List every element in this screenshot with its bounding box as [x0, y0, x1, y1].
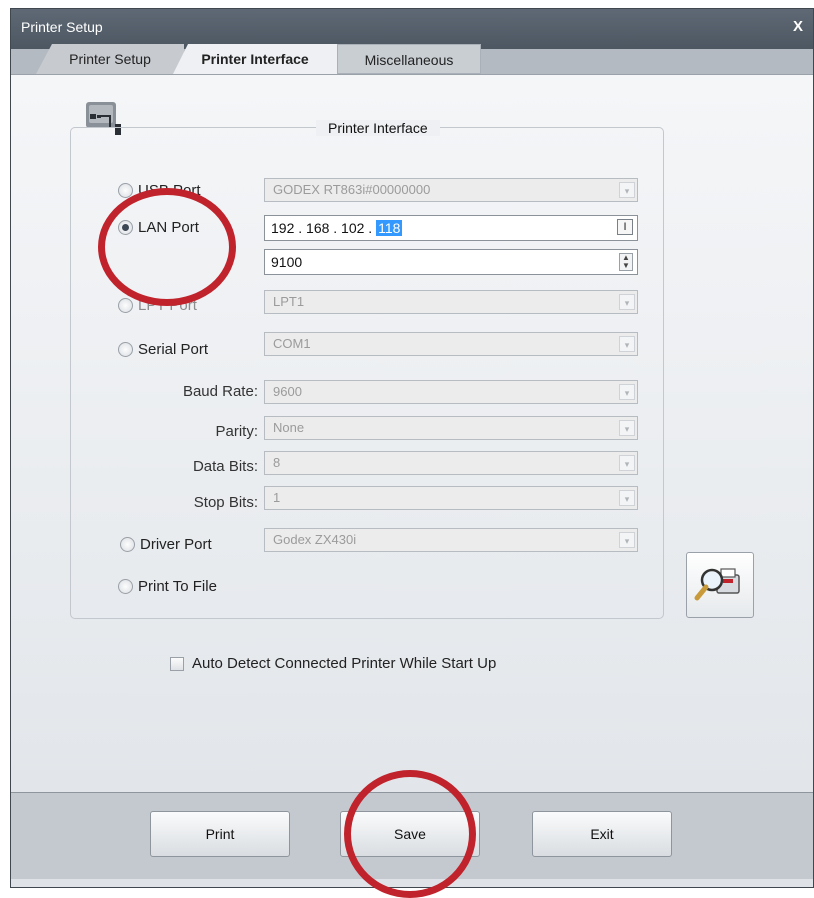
driver-port-label: Driver Port: [140, 536, 212, 553]
parity-value: None: [273, 420, 305, 435]
title-bar[interactable]: Printer Setup X: [11, 9, 813, 49]
serial-radio-button[interactable]: [118, 342, 133, 357]
parity-select[interactable]: None ▾: [264, 416, 638, 440]
file-radio-button[interactable]: [118, 579, 133, 594]
window-title: Printer Setup: [21, 19, 103, 35]
baud-rate-select[interactable]: 9600 ▾: [264, 380, 638, 404]
parity-label: Parity:: [215, 423, 258, 440]
usb-port-select[interactable]: GODEX RT863i#00000000 ▾: [264, 178, 638, 202]
lan-port-label: LAN Port: [138, 219, 199, 236]
search-printer-icon: [694, 568, 740, 601]
tab-printer-interface[interactable]: Printer Interface: [172, 44, 338, 76]
ip-address-prefix: 192 . 168 . 102 .: [271, 220, 373, 236]
print-to-file-radio[interactable]: Print To File: [118, 578, 217, 595]
chevron-down-icon[interactable]: ▾: [619, 455, 635, 471]
text-cursor-icon[interactable]: I: [617, 219, 633, 235]
driver-port-value: Godex ZX430i: [273, 532, 357, 547]
auto-detect-checkbox-row[interactable]: Auto Detect Connected Printer While Star…: [170, 655, 496, 672]
lan-port-number-value: 9100: [271, 254, 303, 270]
driver-port-select[interactable]: Godex ZX430i ▾: [264, 528, 638, 552]
chevron-down-icon[interactable]: ▾: [619, 420, 635, 436]
ip-address-selected-octet: 118: [376, 220, 403, 236]
usb-port-label: USB Port: [138, 182, 201, 199]
chevron-down-icon[interactable]: ▾: [619, 182, 635, 198]
ip-address-input[interactable]: 192 . 168 . 102 . 118 I: [264, 215, 638, 241]
close-button[interactable]: X: [793, 18, 803, 35]
driver-port-radio[interactable]: Driver Port: [120, 536, 212, 553]
stop-bits-label: Stop Bits:: [193, 494, 258, 511]
spinner-icon[interactable]: ▲ ▼: [619, 253, 633, 271]
lpt-port-label: LPT Port: [138, 297, 197, 314]
serial-port-value: COM1: [273, 336, 311, 351]
baud-rate-label: Baud Rate:: [182, 383, 258, 400]
stop-bits-select[interactable]: 1 ▾: [264, 486, 638, 510]
groupbox-title: Printer Interface: [316, 120, 440, 136]
lan-radio-button[interactable]: [118, 220, 133, 235]
save-button[interactable]: Save: [340, 811, 480, 857]
lan-port-number-input[interactable]: 9100 ▲ ▼: [264, 249, 638, 275]
lpt-radio-button[interactable]: [118, 298, 133, 313]
exit-button[interactable]: Exit: [532, 811, 672, 857]
print-button[interactable]: Print: [150, 811, 290, 857]
lpt-port-radio[interactable]: LPT Port: [118, 297, 197, 314]
auto-detect-checkbox[interactable]: [170, 656, 184, 671]
lpt-port-value: LPT1: [273, 294, 305, 309]
serial-port-label: Serial Port: [138, 341, 209, 358]
stop-bits-value: 1: [273, 490, 281, 505]
tab-printer-setup[interactable]: Printer Setup: [36, 44, 184, 74]
chevron-down-icon[interactable]: ▾: [619, 294, 635, 310]
data-bits-value: 8: [273, 455, 281, 470]
search-printer-button[interactable]: [686, 552, 754, 618]
data-bits-select[interactable]: 8 ▾: [264, 451, 638, 475]
usb-port-value: GODEX RT863i#00000000: [273, 182, 431, 197]
driver-radio-button[interactable]: [120, 537, 135, 552]
lan-port-radio[interactable]: LAN Port: [118, 219, 199, 236]
lpt-port-select[interactable]: LPT1 ▾: [264, 290, 638, 314]
chevron-down-icon[interactable]: ▾: [619, 336, 635, 352]
chevron-down-icon[interactable]: ▾: [619, 384, 635, 400]
usb-port-radio[interactable]: USB Port: [118, 182, 201, 199]
chevron-down-icon[interactable]: ▾: [619, 532, 635, 548]
auto-detect-label: Auto Detect Connected Printer While Star…: [192, 655, 497, 672]
usb-radio-button[interactable]: [118, 183, 133, 198]
baud-rate-value: 9600: [273, 384, 302, 399]
serial-port-select[interactable]: COM1 ▾: [264, 332, 638, 356]
tab-miscellaneous[interactable]: Miscellaneous: [337, 44, 481, 74]
print-to-file-label: Print To File: [138, 578, 217, 595]
serial-port-radio[interactable]: Serial Port: [118, 341, 208, 358]
chevron-down-icon[interactable]: ▾: [619, 490, 635, 506]
data-bits-label: Data Bits:: [192, 458, 258, 475]
